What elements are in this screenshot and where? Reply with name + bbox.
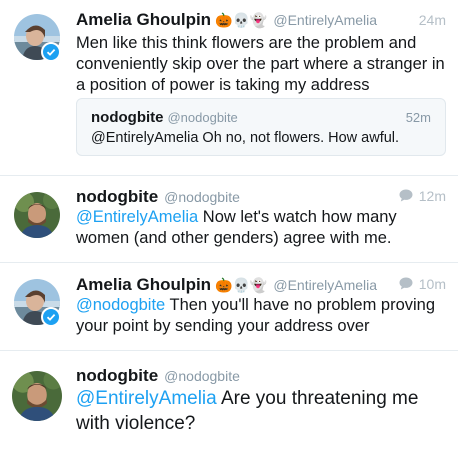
quoted-tweet[interactable]: nodogbite @nodogbite 52m @EntirelyAmelia … xyxy=(76,98,446,156)
mention-link[interactable]: @nodogbite xyxy=(76,296,165,314)
tweet-item[interactable]: Amelia Ghoulpin 🎃💀👻 @EntirelyAmelia 10m … xyxy=(0,263,458,351)
verified-badge-icon xyxy=(41,307,61,327)
display-name[interactable]: nodogbite xyxy=(76,366,158,386)
display-name[interactable]: Amelia Ghoulpin xyxy=(76,275,211,295)
tweet-header: nodogbite @nodogbite xyxy=(76,366,446,388)
verified-badge-icon xyxy=(41,42,61,62)
quoted-username-handle: @nodogbite xyxy=(167,110,238,125)
tweet-item[interactable]: nodogbite @nodogbite 12m @EntirelyAmelia… xyxy=(0,176,458,263)
display-name[interactable]: Amelia Ghoulpin xyxy=(76,10,211,30)
username-handle[interactable]: @nodogbite xyxy=(164,368,240,384)
tweet-text-content: Men like this think flowers are the prob… xyxy=(76,34,445,94)
timestamp[interactable]: 12m xyxy=(419,188,446,204)
username-handle[interactable]: @EntirelyAmelia xyxy=(273,12,377,28)
tweet-header: Amelia Ghoulpin 🎃💀👻 @EntirelyAmelia 10m xyxy=(76,275,446,297)
reply-bubble-icon xyxy=(399,189,413,202)
display-name[interactable]: nodogbite xyxy=(76,187,158,207)
tweet-meta: 24m xyxy=(419,12,446,28)
quoted-display-name: nodogbite xyxy=(91,109,164,126)
tweet-item[interactable]: Amelia Ghoulpin 🎃💀👻 @EntirelyAmelia 24m … xyxy=(0,0,458,176)
tweet-meta: 10m xyxy=(399,276,446,292)
name-emoji: 🎃💀👻 xyxy=(215,277,268,293)
avatar[interactable] xyxy=(12,371,62,421)
mention-link[interactable]: @EntirelyAmelia xyxy=(76,208,198,226)
tweet-item[interactable]: nodogbite @nodogbite @EntirelyAmelia Are… xyxy=(0,351,458,446)
name-emoji: 🎃💀👻 xyxy=(215,12,268,28)
tweet-meta: 12m xyxy=(399,188,446,204)
reply-bubble-icon xyxy=(399,277,413,290)
username-handle[interactable]: @EntirelyAmelia xyxy=(273,277,377,293)
mention-link[interactable]: @EntirelyAmelia xyxy=(76,388,217,409)
avatar[interactable] xyxy=(14,192,60,238)
tweet-text: @EntirelyAmelia Are you threatening me w… xyxy=(76,386,446,436)
quoted-timestamp: 52m xyxy=(405,110,431,125)
tweet-header: nodogbite @nodogbite 12m xyxy=(76,187,446,209)
tweet-text: @EntirelyAmelia Now let's watch how many… xyxy=(76,207,446,249)
tweet-text: Men like this think flowers are the prob… xyxy=(76,33,446,96)
quoted-tweet-text: @EntirelyAmelia Oh no, not flowers. How … xyxy=(91,130,400,146)
tweet-text: @nodogbite Then you'll have no problem p… xyxy=(76,295,446,337)
tweet-header: Amelia Ghoulpin 🎃💀👻 @EntirelyAmelia 24m xyxy=(76,10,446,32)
tweet-feed: Amelia Ghoulpin 🎃💀👻 @EntirelyAmelia 24m … xyxy=(0,0,458,450)
timestamp[interactable]: 24m xyxy=(419,12,446,28)
username-handle[interactable]: @nodogbite xyxy=(164,189,240,205)
timestamp[interactable]: 10m xyxy=(419,276,446,292)
